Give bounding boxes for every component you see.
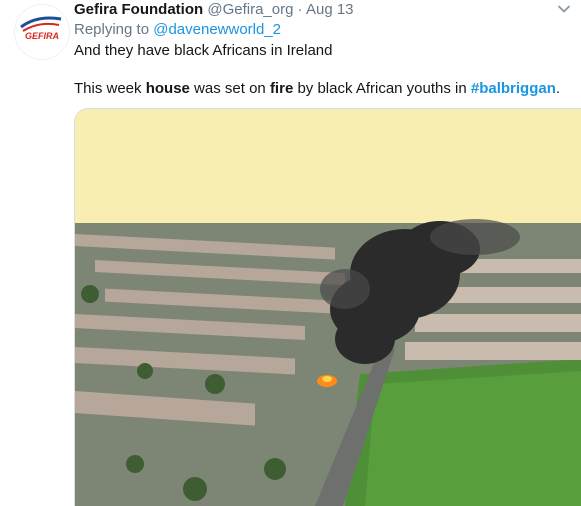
text-bold-house: house: [145, 80, 190, 97]
tweet-header: Gefira Foundation @Gefira_org · Aug 13: [74, 0, 354, 20]
text-bold-fire: fire: [269, 80, 294, 97]
tweet-text-line-1: And they have black Africans in Ireland: [74, 42, 333, 59]
tweet-text-line-2: This week house was set on fire by black…: [74, 79, 560, 99]
author-name[interactable]: Gefira Foundation: [74, 1, 203, 18]
text-segment: by black African youths in: [293, 80, 471, 97]
header-separator: ·: [297, 1, 303, 18]
text-segment: .: [555, 80, 561, 97]
replying-handle-link[interactable]: @davenewworld_2: [153, 21, 281, 38]
replying-to: Replying to @davenewworld_2: [74, 20, 281, 40]
author-handle[interactable]: @Gefira_org: [207, 1, 293, 18]
video-frame: [75, 109, 581, 506]
gefira-logo: GEFIRA: [20, 16, 62, 41]
hashtag-link[interactable]: #balbriggan: [471, 80, 556, 97]
avatar[interactable]: GEFIRA: [14, 4, 70, 60]
chevron-down-icon[interactable]: [557, 2, 571, 16]
text-segment: This week: [74, 80, 146, 97]
replying-prefix: Replying to: [74, 21, 150, 38]
tweet-date[interactable]: Aug 13: [306, 1, 354, 18]
text-segment: was set on: [189, 80, 270, 97]
avatar-logo-text: GEFIRA: [25, 31, 59, 41]
video-media[interactable]: [74, 108, 581, 506]
